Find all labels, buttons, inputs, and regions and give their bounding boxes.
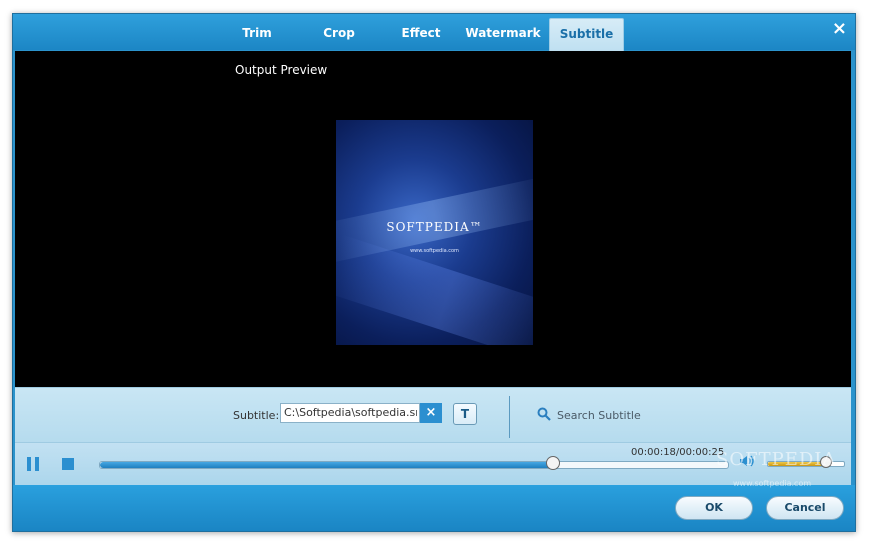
tab-trim[interactable]: Trim [227, 18, 287, 50]
title-bar: Trim Crop Effect Watermark Subtitle × [13, 14, 855, 51]
time-readout: 00:00:18/00:00:25 [631, 447, 725, 458]
stop-icon[interactable] [62, 458, 74, 470]
poster-brand-text: SOFTPEDIA™ [386, 220, 483, 234]
seek-bar[interactable] [99, 461, 729, 469]
tab-watermark[interactable]: Watermark [463, 18, 543, 50]
divider [509, 396, 510, 438]
preview-label: Output Preview [235, 63, 328, 77]
search-subtitle-link[interactable]: Search Subtitle [557, 409, 641, 422]
pause-icon[interactable] [27, 457, 41, 471]
subtitle-path-input[interactable] [280, 403, 420, 423]
tab-effect[interactable]: Effect [391, 18, 451, 50]
watermark-url: www.softpedia.com [733, 479, 812, 488]
clear-subtitle-icon[interactable]: × [420, 403, 442, 423]
magnifier-icon[interactable] [537, 407, 551, 425]
subtitle-label: Subtitle: [233, 409, 280, 422]
tab-subtitle[interactable]: Subtitle [549, 18, 624, 51]
output-preview-area: Output Preview SOFTPEDIA™ www.softpedia.… [15, 51, 851, 387]
preview-image: SOFTPEDIA™ www.softpedia.com [336, 120, 533, 345]
dialog-footer: OK Cancel [13, 485, 855, 531]
seek-bar-fill [100, 462, 553, 468]
poster-url-text: www.softpedia.com [410, 248, 459, 254]
ok-button[interactable]: OK [675, 496, 753, 520]
cancel-button[interactable]: Cancel [766, 496, 844, 520]
watermark-text: SOFTPEDIA [716, 449, 837, 470]
close-icon[interactable]: × [832, 18, 847, 39]
subtitle-bar: Subtitle: × T Search Subtitle [15, 387, 851, 443]
tab-crop[interactable]: Crop [309, 18, 369, 50]
subtitle-style-button[interactable]: T [453, 403, 477, 425]
